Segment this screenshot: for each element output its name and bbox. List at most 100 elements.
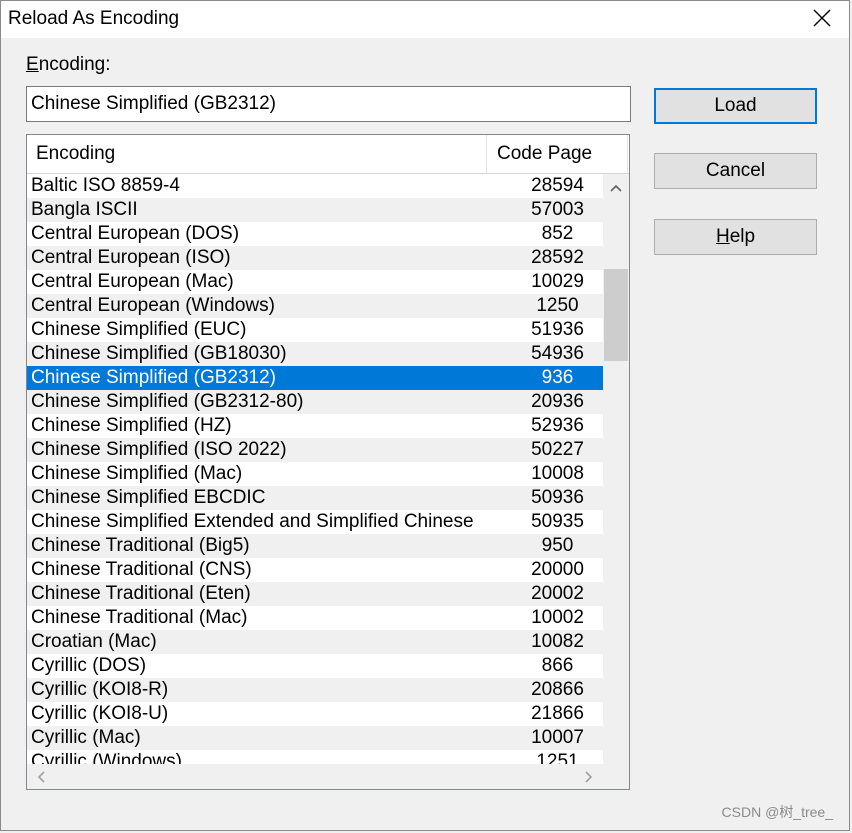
encoding-label-text: ncoding: [38,54,111,75]
list-item[interactable]: Chinese Simplified (GB2312-80) 20936 [27,390,603,414]
list-item[interactable]: Cyrillic (Windows) 1251 [27,750,603,764]
list-item-encoding: Chinese Traditional (Big5) [31,535,250,556]
list-item-code-page: 10007 [531,727,584,748]
column-header-code-page[interactable]: Code Page [487,135,628,173]
list-item-code-page: 20000 [531,559,584,580]
chevron-right-icon [585,770,593,783]
help-button-label: elp [729,226,756,247]
list-item-code-page: 1251 [536,751,579,764]
list-item-code-page: 866 [541,655,574,676]
list-item-encoding: Chinese Traditional (CNS) [31,559,252,580]
list-item-code-page: 20866 [531,679,584,700]
list-item-code-page: 28594 [531,175,584,196]
scroll-right-button[interactable] [577,764,601,789]
list-item[interactable]: Chinese Traditional (Mac) 10002 [27,606,603,630]
list-item[interactable]: Central European (Mac) 10029 [27,270,603,294]
list-item[interactable]: Cyrillic (KOI8-R) 20866 [27,678,603,702]
list-item-code-page: 10002 [531,607,584,628]
list-item-code-page: 51936 [531,319,584,340]
list-item-encoding: Chinese Simplified Extended and Simplifi… [31,511,474,532]
list-item-encoding: Bangla ISCII [31,199,138,220]
list-item-encoding: Chinese Traditional (Mac) [31,607,248,628]
list-item[interactable]: Central European (DOS) 852 [27,222,603,246]
vertical-scrollbar[interactable] [603,174,629,780]
close-icon [813,9,831,27]
list-item-encoding: Central European (ISO) [31,247,231,268]
list-item-code-page: 21866 [531,703,584,724]
help-button[interactable]: Help [654,219,817,255]
column-header-encoding[interactable]: Encoding [27,135,487,173]
horizontal-scrollbar[interactable] [27,764,603,789]
list-item-code-page: 50936 [531,487,584,508]
chevron-up-icon [610,184,622,192]
list-item-encoding: Central European (DOS) [31,223,240,244]
list-item[interactable]: Chinese Simplified EBCDIC 50936 [27,486,603,510]
list-item-encoding: Cyrillic (Mac) [31,727,141,748]
list-item[interactable]: Chinese Simplified (HZ) 52936 [27,414,603,438]
list-header: Encoding Code Page [27,135,629,174]
scroll-left-button[interactable] [29,764,53,789]
list-item[interactable]: Cyrillic (Mac) 10007 [27,726,603,750]
load-button[interactable]: Load [654,88,817,124]
list-item-encoding: Baltic ISO 8859-4 [31,175,180,196]
list-item-code-page: 1250 [536,295,579,316]
list-item[interactable]: Chinese Simplified (Mac) 10008 [27,462,603,486]
list-item-encoding: Chinese Simplified (GB18030) [31,343,287,364]
help-button-accel: H [715,226,730,247]
cancel-button[interactable]: Cancel [654,153,817,189]
list-item[interactable]: Central European (Windows) 1250 [27,294,603,318]
list-item-encoding: Chinese Simplified (HZ) [31,415,232,436]
encoding-input[interactable] [26,86,631,122]
dialog-title: Reload As Encoding [8,8,180,29]
list-item-code-page: 10008 [531,463,584,484]
list-item[interactable]: Central European (ISO) 28592 [27,246,603,270]
close-button[interactable] [811,7,833,31]
list-item[interactable]: Croatian (Mac) 10082 [27,630,603,654]
list-item[interactable]: Chinese Traditional (Eten) 20002 [27,582,603,606]
list-item-code-page: 20936 [531,391,584,412]
list-item[interactable]: Baltic ISO 8859-4 28594 [27,174,603,198]
reload-as-encoding-dialog: Reload As Encoding Encoding: Load Cancel… [0,0,850,831]
vertical-scroll-thumb[interactable] [604,269,628,361]
list-item-code-page: 52936 [531,415,584,436]
list-item-code-page: 57003 [531,199,584,220]
list-item-code-page: 54936 [531,343,584,364]
list-item[interactable]: Chinese Traditional (Big5) 950 [27,534,603,558]
list-item-selected[interactable]: Chinese Simplified (GB2312) 936 [27,366,603,390]
list-item-code-page: 950 [541,535,574,556]
list-item[interactable]: Chinese Simplified (GB18030) 54936 [27,342,603,366]
load-button-label: Load [714,95,757,116]
list-item-encoding: Croatian (Mac) [31,631,157,652]
list-item-code-page: 28592 [531,247,584,268]
list-item-code-page: 50227 [531,439,584,460]
list-item[interactable]: Chinese Simplified Extended and Simplifi… [27,510,603,534]
list-item-encoding: Chinese Simplified EBCDIC [31,487,266,508]
list-item-encoding: Cyrillic (DOS) [31,655,147,676]
list-item-encoding: Chinese Simplified (GB2312) [31,367,277,388]
watermark: CSDN @树_tree_ [721,804,833,820]
list-item-encoding: Chinese Traditional (Eten) [31,583,251,604]
column-header-encoding-label: Encoding [36,143,116,164]
list-item-encoding: Chinese Simplified (GB2312-80) [31,391,304,412]
title-bar: Reload As Encoding [1,1,849,38]
list-item[interactable]: Chinese Simplified (ISO 2022) 50227 [27,438,603,462]
encoding-list[interactable]: Encoding Code Page Baltic ISO 8859-4 2859… [26,134,630,790]
list-item-encoding: Central European (Mac) [31,271,234,292]
list-item-code-page: 10029 [531,271,584,292]
list-item-code-page: 936 [541,367,574,388]
list-item[interactable]: Chinese Traditional (CNS) 20000 [27,558,603,582]
list-item[interactable]: Cyrillic (DOS) 866 [27,654,603,678]
encoding-label: Encoding: [26,54,111,76]
list-item-encoding: Chinese Simplified (EUC) [31,319,247,340]
list-item-encoding: Cyrillic (KOI8-R) [31,679,169,700]
list-item[interactable]: Chinese Simplified (EUC) 51936 [27,318,603,342]
list-item[interactable]: Cyrillic (KOI8-U) 21866 [27,702,603,726]
scrollbar-corner [603,764,629,789]
scroll-up-button[interactable] [603,176,629,200]
list-item-encoding: Cyrillic (Windows) [31,751,182,764]
list-item-code-page: 50935 [531,511,584,532]
list-item-encoding: Cyrillic (KOI8-U) [31,703,169,724]
list-item-encoding: Central European (Windows) [31,295,275,316]
chevron-left-icon [37,770,45,783]
list-item[interactable]: Bangla ISCII 57003 [27,198,603,222]
